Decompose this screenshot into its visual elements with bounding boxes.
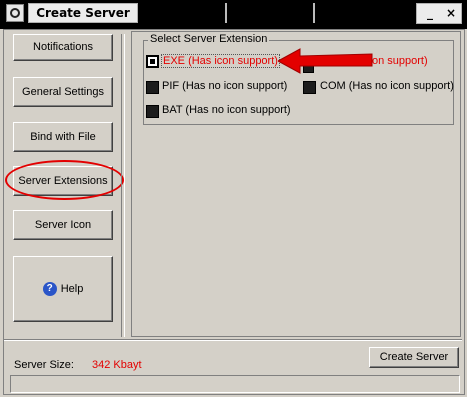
close-button[interactable]: ×: [446, 4, 456, 23]
progress-bar: [10, 375, 460, 393]
server-size-label: Server Size:: [14, 359, 74, 371]
option-pif-label: PIF (Has no icon support): [162, 80, 288, 92]
radio-com[interactable]: [303, 81, 316, 94]
radio-bat[interactable]: [146, 105, 159, 118]
nav-notifications-button[interactable]: Notifications: [13, 34, 113, 61]
radio-pif[interactable]: [146, 81, 159, 94]
nav-server-icon-button[interactable]: Server Icon: [13, 210, 113, 240]
option-hidden-label: on support): [372, 55, 428, 67]
footer-divider: [4, 339, 462, 341]
highlight-ellipse: [5, 160, 124, 200]
help-button[interactable]: ? Help: [13, 256, 113, 322]
option-exe-label: EXE (Has icon support): [161, 54, 280, 68]
title-divider: [225, 3, 227, 23]
extension-group-title: Select Server Extension: [148, 33, 270, 45]
title-bar: Create Server _ ×: [0, 0, 467, 29]
annotation-arrow-icon: [278, 48, 373, 74]
nav-bind-with-file-button[interactable]: Bind with File: [13, 122, 113, 152]
help-label: Help: [60, 283, 84, 295]
window-controls: _ ×: [416, 3, 462, 24]
title-divider: [313, 3, 315, 23]
server-size-value: 342 Kbayt: [92, 359, 142, 371]
nav-divider: [121, 34, 125, 337]
nav-general-settings-button[interactable]: General Settings: [13, 77, 113, 107]
radio-exe[interactable]: [146, 55, 159, 68]
window-title: Create Server: [28, 3, 138, 23]
help-icon: ?: [42, 282, 57, 297]
minimize-button[interactable]: _: [427, 4, 433, 23]
option-bat-label: BAT (Has no icon support): [162, 104, 291, 116]
create-server-button[interactable]: Create Server: [369, 347, 459, 368]
option-com-label: COM (Has no icon support): [320, 80, 454, 92]
app-icon: [6, 4, 24, 22]
